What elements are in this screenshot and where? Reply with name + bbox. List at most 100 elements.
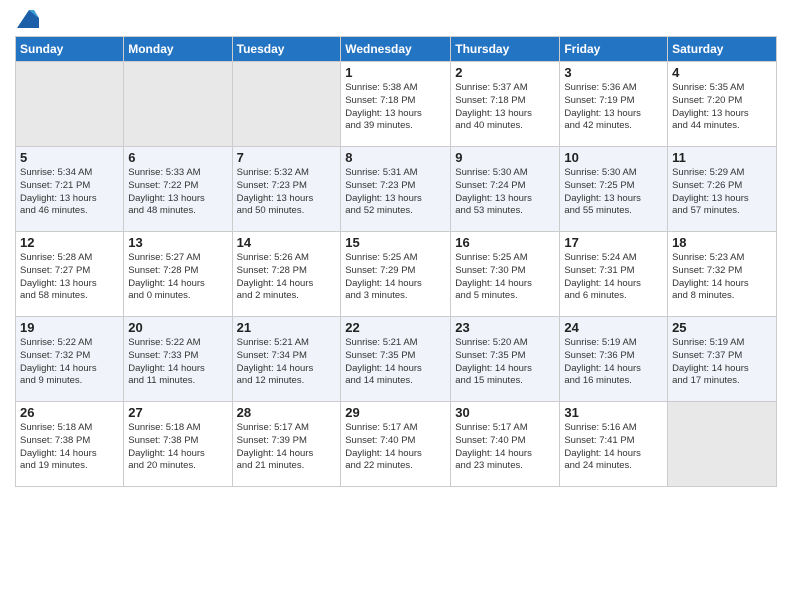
cell-info: Sunrise: 5:30 AM Sunset: 7:25 PM Dayligh… <box>564 167 663 218</box>
day-number: 16 <box>455 235 555 250</box>
day-number: 9 <box>455 150 555 165</box>
col-header-thursday: Thursday <box>451 37 560 62</box>
cell-info: Sunrise: 5:17 AM Sunset: 7:40 PM Dayligh… <box>455 422 555 473</box>
calendar-cell: 12 Sunrise: 5:28 AM Sunset: 7:27 PM Dayli… <box>16 232 124 317</box>
cell-info: Sunrise: 5:21 AM Sunset: 7:34 PM Dayligh… <box>237 337 337 388</box>
day-number: 22 <box>345 320 446 335</box>
col-header-friday: Friday <box>560 37 668 62</box>
day-number: 21 <box>237 320 337 335</box>
calendar-cell: 10 Sunrise: 5:30 AM Sunset: 7:25 PM Dayli… <box>560 147 668 232</box>
day-number: 23 <box>455 320 555 335</box>
day-number: 28 <box>237 405 337 420</box>
cell-info: Sunrise: 5:18 AM Sunset: 7:38 PM Dayligh… <box>20 422 119 473</box>
cell-info: Sunrise: 5:25 AM Sunset: 7:29 PM Dayligh… <box>345 252 446 303</box>
calendar-cell: 31 Sunrise: 5:16 AM Sunset: 7:41 PM Dayli… <box>560 402 668 487</box>
cell-info: Sunrise: 5:17 AM Sunset: 7:40 PM Dayligh… <box>345 422 446 473</box>
cell-info: Sunrise: 5:30 AM Sunset: 7:24 PM Dayligh… <box>455 167 555 218</box>
day-number: 14 <box>237 235 337 250</box>
cell-info: Sunrise: 5:34 AM Sunset: 7:21 PM Dayligh… <box>20 167 119 218</box>
calendar-cell: 21 Sunrise: 5:21 AM Sunset: 7:34 PM Dayli… <box>232 317 341 402</box>
cell-info: Sunrise: 5:22 AM Sunset: 7:33 PM Dayligh… <box>128 337 227 388</box>
calendar-cell: 23 Sunrise: 5:20 AM Sunset: 7:35 PM Dayli… <box>451 317 560 402</box>
day-number: 27 <box>128 405 227 420</box>
day-number: 5 <box>20 150 119 165</box>
day-number: 4 <box>672 65 772 80</box>
day-number: 25 <box>672 320 772 335</box>
calendar-cell: 15Sunrise: 5:25 AM Sunset: 7:29 PM Dayli… <box>341 232 451 317</box>
calendar-table: SundayMondayTuesdayWednesdayThursdayFrid… <box>15 36 777 487</box>
day-number: 24 <box>564 320 663 335</box>
day-number: 31 <box>564 405 663 420</box>
cell-info: Sunrise: 5:24 AM Sunset: 7:31 PM Dayligh… <box>564 252 663 303</box>
calendar-week-row: 1 Sunrise: 5:38 AM Sunset: 7:18 PM Daylig… <box>16 62 777 147</box>
cell-info: Sunrise: 5:19 AM Sunset: 7:37 PM Dayligh… <box>672 337 772 388</box>
col-header-sunday: Sunday <box>16 37 124 62</box>
calendar-cell <box>124 62 232 147</box>
logo <box>15 10 39 28</box>
calendar-header-row: SundayMondayTuesdayWednesdayThursdayFrid… <box>16 37 777 62</box>
calendar-cell: 2Sunrise: 5:37 AM Sunset: 7:18 PM Daylig… <box>451 62 560 147</box>
calendar-cell: 9 Sunrise: 5:30 AM Sunset: 7:24 PM Daylig… <box>451 147 560 232</box>
calendar-cell: 29 Sunrise: 5:17 AM Sunset: 7:40 PM Dayli… <box>341 402 451 487</box>
day-number: 26 <box>20 405 119 420</box>
cell-info: Sunrise: 5:25 AM Sunset: 7:30 PM Dayligh… <box>455 252 555 303</box>
cell-info: Sunrise: 5:22 AM Sunset: 7:32 PM Dayligh… <box>20 337 119 388</box>
calendar-cell: 20Sunrise: 5:22 AM Sunset: 7:33 PM Dayli… <box>124 317 232 402</box>
calendar-cell: 16 Sunrise: 5:25 AM Sunset: 7:30 PM Dayli… <box>451 232 560 317</box>
cell-info: Sunrise: 5:29 AM Sunset: 7:26 PM Dayligh… <box>672 167 772 218</box>
logo-icon <box>17 10 39 28</box>
calendar-cell: 14 Sunrise: 5:26 AM Sunset: 7:28 PM Dayli… <box>232 232 341 317</box>
calendar-cell: 17 Sunrise: 5:24 AM Sunset: 7:31 PM Dayli… <box>560 232 668 317</box>
calendar-week-row: 12 Sunrise: 5:28 AM Sunset: 7:27 PM Dayli… <box>16 232 777 317</box>
cell-info: Sunrise: 5:33 AM Sunset: 7:22 PM Dayligh… <box>128 167 227 218</box>
cell-info: Sunrise: 5:19 AM Sunset: 7:36 PM Dayligh… <box>564 337 663 388</box>
cell-info: Sunrise: 5:26 AM Sunset: 7:28 PM Dayligh… <box>237 252 337 303</box>
page-header <box>15 10 777 28</box>
cell-info: Sunrise: 5:20 AM Sunset: 7:35 PM Dayligh… <box>455 337 555 388</box>
col-header-wednesday: Wednesday <box>341 37 451 62</box>
cell-info: Sunrise: 5:28 AM Sunset: 7:27 PM Dayligh… <box>20 252 119 303</box>
calendar-cell: 19 Sunrise: 5:22 AM Sunset: 7:32 PM Dayli… <box>16 317 124 402</box>
calendar-cell: 28Sunrise: 5:17 AM Sunset: 7:39 PM Dayli… <box>232 402 341 487</box>
col-header-saturday: Saturday <box>668 37 777 62</box>
day-number: 11 <box>672 150 772 165</box>
calendar-cell: 30 Sunrise: 5:17 AM Sunset: 7:40 PM Dayli… <box>451 402 560 487</box>
calendar-cell <box>232 62 341 147</box>
day-number: 17 <box>564 235 663 250</box>
calendar-cell: 22Sunrise: 5:21 AM Sunset: 7:35 PM Dayli… <box>341 317 451 402</box>
calendar-cell: 5 Sunrise: 5:34 AM Sunset: 7:21 PM Daylig… <box>16 147 124 232</box>
cell-info: Sunrise: 5:38 AM Sunset: 7:18 PM Dayligh… <box>345 82 446 133</box>
calendar-cell: 25 Sunrise: 5:19 AM Sunset: 7:37 PM Dayli… <box>668 317 777 402</box>
calendar-cell: 7Sunrise: 5:32 AM Sunset: 7:23 PM Daylig… <box>232 147 341 232</box>
day-number: 30 <box>455 405 555 420</box>
calendar-cell: 26 Sunrise: 5:18 AM Sunset: 7:38 PM Dayli… <box>16 402 124 487</box>
calendar-cell: 24 Sunrise: 5:19 AM Sunset: 7:36 PM Dayli… <box>560 317 668 402</box>
day-number: 2 <box>455 65 555 80</box>
day-number: 8 <box>345 150 446 165</box>
calendar-cell: 18 Sunrise: 5:23 AM Sunset: 7:32 PM Dayli… <box>668 232 777 317</box>
cell-info: Sunrise: 5:16 AM Sunset: 7:41 PM Dayligh… <box>564 422 663 473</box>
col-header-monday: Monday <box>124 37 232 62</box>
cell-info: Sunrise: 5:35 AM Sunset: 7:20 PM Dayligh… <box>672 82 772 133</box>
calendar-cell: 3Sunrise: 5:36 AM Sunset: 7:19 PM Daylig… <box>560 62 668 147</box>
day-number: 6 <box>128 150 227 165</box>
col-header-tuesday: Tuesday <box>232 37 341 62</box>
day-number: 7 <box>237 150 337 165</box>
day-number: 10 <box>564 150 663 165</box>
day-number: 13 <box>128 235 227 250</box>
day-number: 12 <box>20 235 119 250</box>
cell-info: Sunrise: 5:23 AM Sunset: 7:32 PM Dayligh… <box>672 252 772 303</box>
day-number: 1 <box>345 65 446 80</box>
day-number: 19 <box>20 320 119 335</box>
calendar-week-row: 26 Sunrise: 5:18 AM Sunset: 7:38 PM Dayli… <box>16 402 777 487</box>
day-number: 3 <box>564 65 663 80</box>
calendar-week-row: 19 Sunrise: 5:22 AM Sunset: 7:32 PM Dayli… <box>16 317 777 402</box>
calendar-week-row: 5 Sunrise: 5:34 AM Sunset: 7:21 PM Daylig… <box>16 147 777 232</box>
calendar-cell: 13Sunrise: 5:27 AM Sunset: 7:28 PM Dayli… <box>124 232 232 317</box>
calendar-cell: 6 Sunrise: 5:33 AM Sunset: 7:22 PM Daylig… <box>124 147 232 232</box>
calendar-cell: 4 Sunrise: 5:35 AM Sunset: 7:20 PM Daylig… <box>668 62 777 147</box>
calendar-cell: 27Sunrise: 5:18 AM Sunset: 7:38 PM Dayli… <box>124 402 232 487</box>
day-number: 18 <box>672 235 772 250</box>
day-number: 29 <box>345 405 446 420</box>
calendar-cell: 1 Sunrise: 5:38 AM Sunset: 7:18 PM Daylig… <box>341 62 451 147</box>
